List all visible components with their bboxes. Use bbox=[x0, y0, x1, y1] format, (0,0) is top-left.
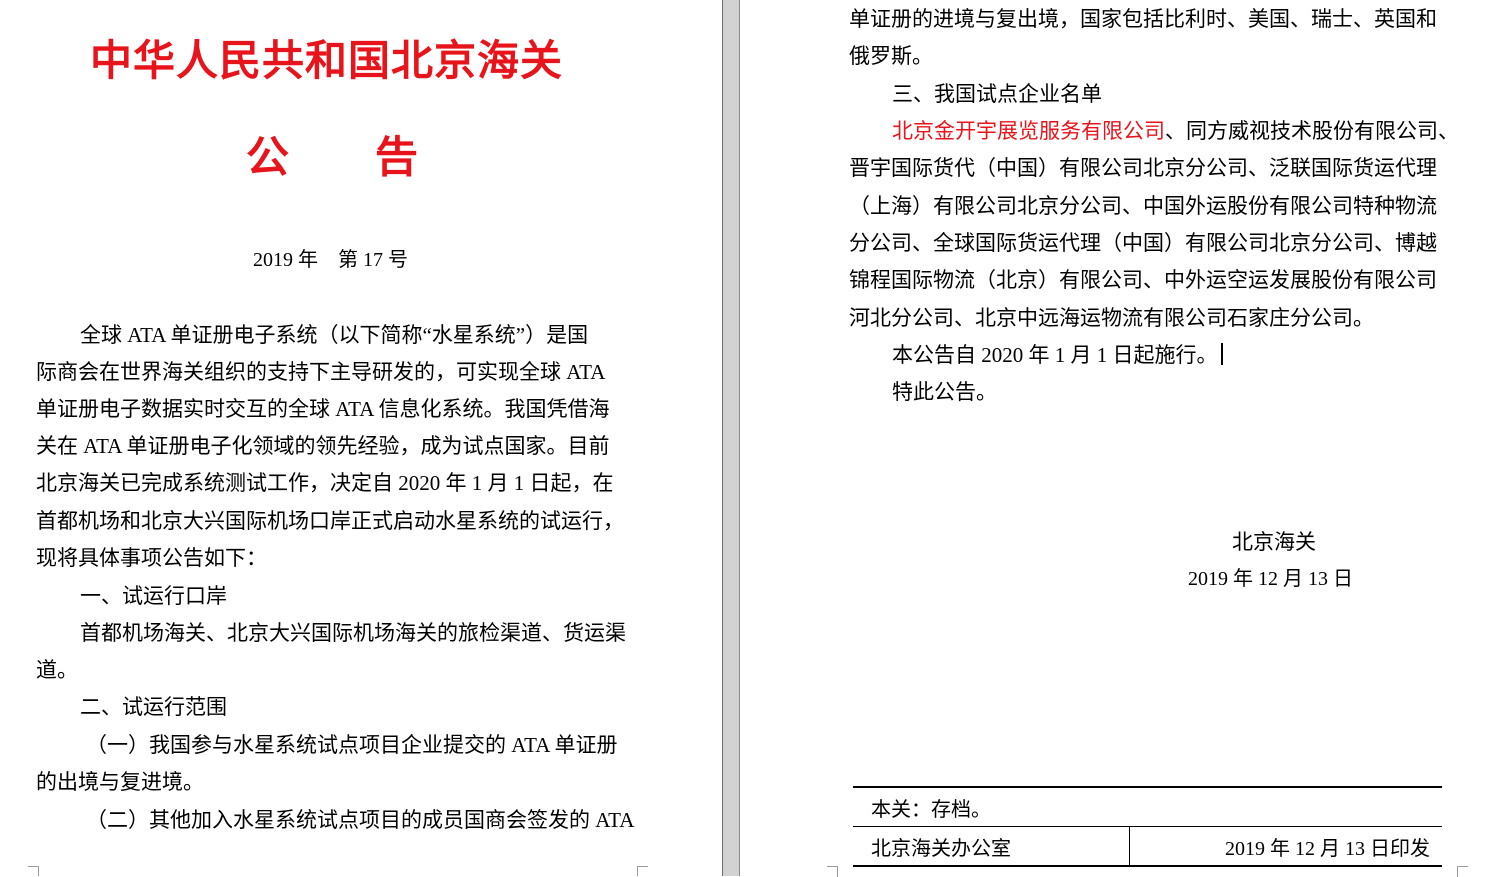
body-line[interactable]: 关在 ATA 单证册电子化领域的领先经验，成为试点国家。目前 bbox=[36, 432, 610, 460]
company-list-line[interactable]: 分公司、全球国际货运代理（中国）有限公司北京分公司、博越 bbox=[849, 229, 1437, 257]
document-number: 2019 年 第 17 号 bbox=[253, 249, 408, 271]
company-list-line[interactable]: 晋宇国际货代（中国）有限公司北京分公司、泛联国际货运代理 bbox=[849, 154, 1437, 182]
footer-row-cc: 本关：存档。 bbox=[853, 786, 1442, 827]
body-line[interactable]: 道。 bbox=[36, 656, 78, 684]
footer-office[interactable]: 北京海关办公室 bbox=[853, 826, 1130, 867]
company-list-line[interactable]: 锦程国际物流（北京）有限公司、中外运空运发展股份有限公司 bbox=[849, 266, 1437, 294]
effective-date-line[interactable]: 本公告自 2020 年 1 月 1 日起施行。 bbox=[892, 341, 1223, 369]
body-line[interactable]: （一）我国参与水星系统试点项目企业提交的 ATA 单证册 bbox=[86, 731, 618, 759]
company-list-text: 、同方威视技术股份有限公司、 bbox=[1165, 119, 1459, 143]
company-list-line[interactable]: 北京金开宇展览服务有限公司、同方威视技术股份有限公司、 bbox=[892, 117, 1459, 145]
body-line[interactable]: 现将具体事项公告如下： bbox=[36, 544, 267, 572]
body-line[interactable]: 全球 ATA 单证册电子系统（以下简称“水星系统”）是国 bbox=[80, 321, 588, 349]
company-list-line[interactable]: 河北分公司、北京中远海运物流有限公司石家庄分公司。 bbox=[849, 304, 1374, 332]
section-heading[interactable]: 三、我国试点企业名单 bbox=[892, 80, 1102, 108]
section-heading[interactable]: 一、试运行口岸 bbox=[80, 582, 227, 610]
footer-table: 本关：存档。 北京海关办公室 2019 年 12 月 13 日印发 bbox=[853, 786, 1442, 867]
body-line[interactable]: 首都机场和北京大兴国际机场口岸正式启动水星系统的试运行， bbox=[36, 507, 624, 535]
margin-corner-marker bbox=[637, 866, 648, 876]
text-cursor bbox=[1220, 343, 1223, 365]
margin-corner-marker bbox=[827, 866, 838, 877]
footer-cc[interactable]: 本关：存档。 bbox=[853, 786, 1442, 827]
document-page-left: 中华人民共和国北京海关 公告 2019 年 第 17 号 全球 ATA 单证册电… bbox=[0, 0, 722, 876]
highlighted-company: 北京金开宇展览服务有限公司 bbox=[892, 119, 1165, 143]
body-line[interactable]: 单证册的进境与复出境，国家包括比利时、美国、瑞士、英国和 bbox=[849, 5, 1437, 33]
announcement-title: 中华人民共和国北京海关 bbox=[90, 36, 564, 85]
body-line[interactable]: 单证册电子数据实时交互的全球 ATA 信息化系统。我国凭借海 bbox=[36, 395, 610, 423]
body-line[interactable]: 北京海关已完成系统测试工作，决定自 2020 年 1 月 1 日起，在 bbox=[36, 469, 614, 497]
margin-corner-marker bbox=[1457, 866, 1468, 877]
effective-date-text: 本公告自 2020 年 1 月 1 日起施行。 bbox=[892, 343, 1218, 367]
signature-authority[interactable]: 北京海关 bbox=[1232, 528, 1316, 556]
body-line[interactable]: 际商会在世界海关组织的支持下主导研发的，可实现全球 ATA bbox=[36, 358, 605, 386]
closing-line[interactable]: 特此公告。 bbox=[892, 378, 997, 406]
subtitle-char-1: 公 bbox=[246, 133, 289, 183]
margin-corner-marker bbox=[28, 866, 39, 876]
body-line[interactable]: 首都机场海关、北京大兴国际机场海关的旅检渠道、货运渠 bbox=[80, 619, 626, 647]
body-line[interactable]: 俄罗斯。 bbox=[849, 42, 933, 70]
company-list-line[interactable]: （上海）有限公司北京分公司、中国外运股份有限公司特种物流 bbox=[849, 192, 1437, 220]
body-line[interactable]: （二）其他加入水星系统试点项目的成员国商会签发的 ATA bbox=[86, 806, 634, 834]
announcement-subtitle: 公告 bbox=[246, 130, 418, 186]
section-heading[interactable]: 二、试运行范围 bbox=[80, 693, 227, 721]
signature-date[interactable]: 2019 年 12 月 13 日 bbox=[1188, 565, 1353, 593]
page-gutter bbox=[723, 0, 739, 876]
subtitle-char-2: 告 bbox=[375, 133, 418, 183]
footer-row-issuer: 北京海关办公室 2019 年 12 月 13 日印发 bbox=[853, 826, 1442, 867]
footer-print-date[interactable]: 2019 年 12 月 13 日印发 bbox=[1129, 826, 1442, 867]
body-line[interactable]: 的出境与复进境。 bbox=[36, 768, 204, 796]
